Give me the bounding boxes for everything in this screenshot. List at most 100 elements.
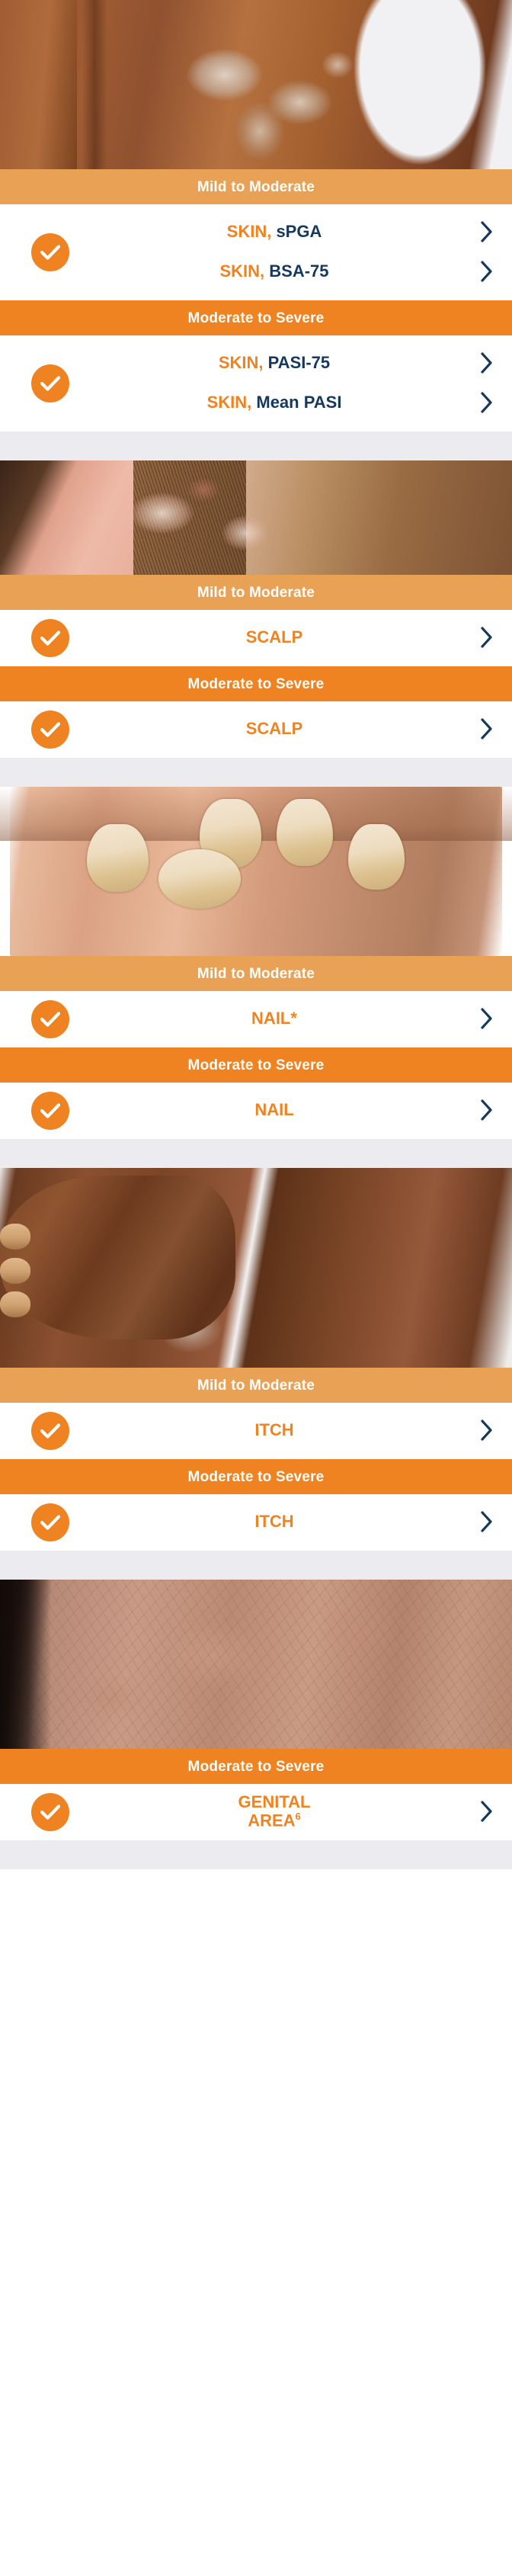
scalp-photo: [0, 460, 512, 575]
row-label-line-2: AREA: [248, 1811, 296, 1830]
band-mild-to-moderate-skin: Mild to Moderate: [0, 169, 512, 204]
genital-photo-shadow: [0, 1580, 52, 1749]
chevron-right-icon[interactable]: [477, 1417, 497, 1443]
row-label-skin-spga: SKIN, sPGA: [85, 221, 477, 241]
band-moderate-to-severe-skin: Moderate to Severe: [0, 300, 512, 335]
chevron-right-icon[interactable]: [477, 1798, 497, 1824]
row-label-skin-pasi75: SKIN, PASI-75: [85, 352, 477, 372]
chevron-right-icon[interactable]: [477, 1509, 497, 1535]
check-icon: [31, 1793, 69, 1831]
skin-photo: [0, 0, 512, 169]
skin-photo-crease: [82, 0, 108, 169]
section-divider: [0, 1551, 512, 1580]
row-label-suffix: Mean PASI: [251, 392, 342, 412]
section-itch: Mild to Moderate ITCH Moderate to Severe…: [0, 1168, 512, 1551]
skin-mild-rows: SKIN, sPGA SKIN, BSA-75: [0, 204, 512, 300]
row-scalp-severe[interactable]: SCALP: [0, 709, 512, 749]
row-label-skin-bsa75: SKIN, BSA-75: [85, 261, 477, 281]
row-itch-severe[interactable]: ITCH: [0, 1502, 512, 1541]
band-moderate-to-severe-scalp: Moderate to Severe: [0, 666, 512, 701]
row-label-nail-mild: NAIL*: [251, 1008, 297, 1028]
chevron-right-icon[interactable]: [477, 258, 497, 284]
row-label-itch-severe: ITCH: [254, 1511, 294, 1531]
nail-mild-rows: NAIL*: [0, 991, 512, 1047]
row-label-scalp-severe: SCALP: [245, 718, 303, 738]
check-icon: [31, 1000, 69, 1038]
chevron-right-icon[interactable]: [477, 219, 497, 245]
genital-severe-rows: GENITAL AREA6: [0, 1784, 512, 1840]
row-label-skin-mean-pasi: SKIN, Mean PASI: [85, 393, 477, 412]
row-skin-bsa75[interactable]: SKIN, BSA-75: [0, 252, 512, 291]
row-label-line-1: GENITAL: [238, 1792, 311, 1811]
row-skin-mean-pasi[interactable]: SKIN, Mean PASI: [0, 383, 512, 422]
itch-severe-rows: ITCH: [0, 1494, 512, 1551]
row-label-prefix: SKIN,: [219, 261, 265, 281]
section-scalp: Mild to Moderate SCALP Moderate to Sever…: [0, 460, 512, 758]
check-icon: [31, 619, 69, 657]
row-nail-severe[interactable]: NAIL: [0, 1090, 512, 1130]
section-divider: [0, 1139, 512, 1168]
skin-severe-rows: SKIN, PASI-75 SKIN, Mean PASI: [0, 335, 512, 431]
chevron-right-icon[interactable]: [477, 1097, 497, 1123]
section-nail: Mild to Moderate NAIL* Moderate to Sever…: [0, 787, 512, 1139]
row-itch-mild[interactable]: ITCH: [0, 1410, 512, 1450]
row-label-suffix: sPGA: [271, 221, 322, 241]
row-label-prefix: SKIN,: [218, 352, 264, 372]
scalp-severe-rows: SCALP: [0, 701, 512, 758]
section-genital: Moderate to Severe GENITAL AREA6: [0, 1580, 512, 1840]
row-label-suffix: PASI-75: [263, 352, 331, 372]
band-mild-to-moderate-nail: Mild to Moderate: [0, 956, 512, 991]
nail-photo-nail-4: [347, 823, 405, 890]
scalp-photo-scale: [102, 472, 333, 570]
chevron-right-icon[interactable]: [477, 350, 497, 376]
genital-photo: [0, 1580, 512, 1749]
itch-photo: [0, 1168, 512, 1368]
band-moderate-to-severe-nail: Moderate to Severe: [0, 1047, 512, 1083]
row-label-genital-severe: GENITAL AREA6: [85, 1792, 477, 1830]
row-skin-pasi75[interactable]: SKIN, PASI-75: [0, 343, 512, 383]
skin-photo-arm: [0, 0, 77, 169]
chevron-right-icon[interactable]: [477, 624, 497, 650]
check-icon: [31, 711, 69, 749]
chevron-right-icon[interactable]: [477, 1006, 497, 1031]
nail-photo: [0, 787, 512, 956]
check-icon: [31, 1503, 69, 1541]
genital-photo-wrinkles: [0, 1580, 512, 1749]
nail-severe-rows: NAIL: [0, 1083, 512, 1139]
row-scalp-mild[interactable]: SCALP: [0, 618, 512, 657]
itch-mild-rows: ITCH: [0, 1403, 512, 1459]
row-label-scalp-mild: SCALP: [245, 627, 303, 646]
skin-photo-plaque: [153, 37, 389, 163]
row-label-prefix: SKIN,: [226, 221, 272, 241]
itch-photo-fingertip-3: [0, 1291, 31, 1318]
row-label-prefix: SKIN,: [206, 392, 252, 412]
itch-photo-fingertip-2: [0, 1257, 31, 1284]
check-icon: [31, 233, 69, 271]
band-moderate-to-severe-genital: Moderate to Severe: [0, 1749, 512, 1784]
band-moderate-to-severe-itch: Moderate to Severe: [0, 1459, 512, 1494]
nail-photo-nail-1: [87, 823, 149, 892]
row-genital-severe[interactable]: GENITAL AREA6: [0, 1792, 512, 1831]
row-label-itch-mild: ITCH: [254, 1420, 294, 1439]
page-bottom-divider: [0, 1840, 512, 1869]
band-mild-to-moderate-scalp: Mild to Moderate: [0, 575, 512, 610]
check-icon: [31, 1092, 69, 1130]
psoriasis-severity-outcome-list: Mild to Moderate SKIN, sPGA SKIN, BSA-75…: [0, 0, 512, 1869]
chevron-right-icon[interactable]: [477, 390, 497, 415]
chevron-right-icon[interactable]: [477, 716, 497, 742]
band-mild-to-moderate-itch: Mild to Moderate: [0, 1368, 512, 1403]
row-label-nail-severe: NAIL: [254, 1099, 294, 1119]
itch-photo-fingertip-1: [0, 1224, 31, 1250]
row-label-superscript: 6: [295, 1810, 301, 1822]
nail-photo-thumb-nail: [158, 849, 241, 909]
section-divider: [0, 758, 512, 787]
nail-photo-nail-3: [276, 798, 333, 867]
section-skin: Mild to Moderate SKIN, sPGA SKIN, BSA-75…: [0, 0, 512, 431]
check-icon: [31, 1412, 69, 1450]
section-divider: [0, 431, 512, 460]
row-nail-mild[interactable]: NAIL*: [0, 999, 512, 1038]
row-label-suffix: BSA-75: [264, 261, 329, 281]
row-skin-spga[interactable]: SKIN, sPGA: [0, 212, 512, 252]
scalp-mild-rows: SCALP: [0, 610, 512, 666]
itch-photo-hand: [0, 1176, 236, 1340]
